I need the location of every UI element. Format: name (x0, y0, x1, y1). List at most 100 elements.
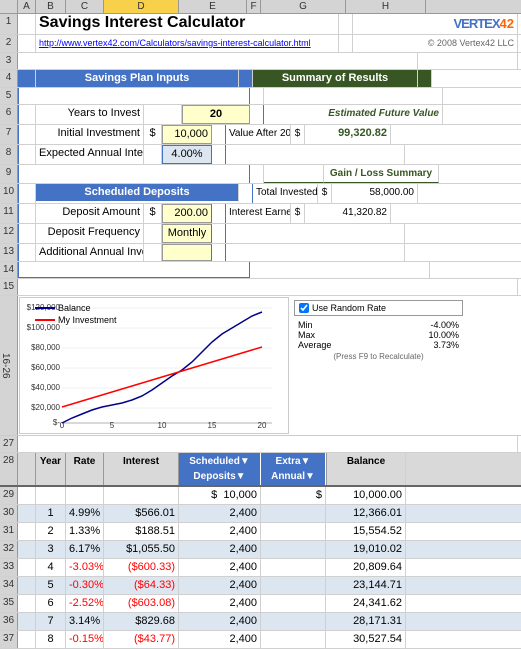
svg-text:15: 15 (208, 421, 217, 428)
rownum-15: 15 (0, 279, 18, 295)
table-header-row: 28 Year Rate Interest Scheduled▼Deposits… (0, 453, 521, 487)
cell-36a (18, 613, 36, 630)
cell-31-sched: 2,400 (179, 523, 261, 540)
cell-row27 (18, 436, 518, 452)
rownum-4: 4 (0, 70, 18, 87)
cell-f8 (212, 145, 226, 164)
value-after-label: Value After 20 Years (226, 125, 291, 144)
row-12: 12 Deposit Frequency Monthly (0, 224, 521, 244)
extra-value[interactable] (162, 244, 212, 261)
rownum-7: 7 (0, 125, 18, 144)
col-b-header: B (36, 0, 66, 13)
use-random-rate[interactable]: Use Random Rate (294, 300, 463, 316)
rownum-28: 28 (0, 453, 18, 485)
cell-34-rate: -0.30% (66, 577, 104, 594)
interest-earned-label: Interest Earned (226, 204, 291, 223)
cell-d13 (144, 244, 162, 261)
inputs-header: Savings Plan Inputs (36, 70, 239, 87)
cell-34-sched: 2,400 (179, 577, 261, 594)
cell-37-year: 8 (36, 631, 66, 648)
gain-header: Gain / Loss Summary (324, 165, 439, 183)
initial-value[interactable]: 10,000 (162, 125, 212, 144)
cell-31-rate: 1.33% (66, 523, 104, 540)
cell-29g: 10,000.00 (326, 487, 406, 504)
max-label: Max (298, 330, 315, 340)
rownum-31: 31 (0, 523, 18, 540)
table-row-30: 30 1 4.99% $566.01 2,400 12,366.01 (0, 505, 521, 523)
row-9: 9 Gain / Loss Summary (0, 165, 521, 184)
est-future-label: Estimated Future Value (264, 105, 443, 124)
cell-37-rate: -0.15% (66, 631, 104, 648)
max-row: Max 10.00% (298, 330, 459, 340)
balance-header: Balance (326, 453, 406, 485)
total-invested-label: Total Invested (253, 184, 318, 203)
rate-label: Expected Annual Interest Rate (36, 145, 144, 164)
cell-30-sched: 2,400 (179, 505, 261, 522)
rownum-37: 37 (0, 631, 18, 648)
rate-header: Rate (66, 453, 104, 485)
cell-31-year: 2 (36, 523, 66, 540)
rate-stats: Min -4.00% Max 10.00% Average 3.73% (Pre… (294, 318, 463, 363)
app-url[interactable]: http://www.vertex42.com/Calculators/savi… (36, 35, 339, 52)
rownum-8: 8 (0, 145, 18, 164)
cell-31-interest: $188.51 (104, 523, 179, 540)
cell-d12 (144, 224, 162, 243)
freq-value[interactable]: Monthly (162, 224, 212, 243)
cell-f7 (212, 125, 226, 144)
cell-30-interest: $566.01 (104, 505, 179, 522)
cell-f11 (212, 204, 226, 223)
row-2: 2 http://www.vertex42.com/Calculators/sa… (0, 35, 521, 53)
rownum-33: 33 (0, 559, 18, 576)
table-row-31: 31 2 1.33% $188.51 2,400 15,554.52 (0, 523, 521, 541)
cell-35-year: 6 (36, 595, 66, 612)
cell-30-year: 1 (36, 505, 66, 522)
cell-29f: $ (261, 487, 326, 504)
years-value[interactable]: 20 (182, 105, 250, 124)
column-headers: A B C D E F G H (0, 0, 521, 14)
rate-value: 4.00% (162, 145, 212, 164)
rownum-13: 13 (0, 244, 18, 261)
chart-container: Balance My Investment $120,000 $100,000 … (19, 297, 289, 434)
cell-f4 (239, 70, 253, 87)
cell-34-extra (261, 577, 326, 594)
svg-text:$40,000: $40,000 (31, 383, 60, 392)
row-15: 15 (0, 279, 521, 296)
cell-row9 (18, 165, 250, 183)
min-row: Min -4.00% (298, 320, 459, 330)
svg-text:$80,000: $80,000 (31, 343, 60, 352)
cell-row5c (264, 88, 443, 104)
svg-text:10: 10 (158, 421, 167, 428)
summary-header: Summary of Results (253, 70, 418, 87)
legend-investment: My Investment (35, 315, 117, 325)
press-f9: (Press F9 to Recalculate) (298, 352, 459, 361)
cell-33-rate: -3.03% (66, 559, 104, 576)
cell-row15 (18, 279, 518, 295)
rownum-3: 3 (0, 53, 18, 69)
cell-row14b (250, 262, 430, 278)
cell-33-year: 4 (36, 559, 66, 576)
row-14: 14 (0, 262, 521, 279)
gain-label (264, 165, 324, 183)
cell-33-sched: 2,400 (179, 559, 261, 576)
random-rate-checkbox[interactable] (299, 303, 309, 313)
cell-a12 (18, 224, 36, 243)
table-row-35: 35 6 -2.52% ($603.08) 2,400 24,341.62 (0, 595, 521, 613)
cell-36-balance: 28,171.31 (326, 613, 406, 630)
rownum-32: 32 (0, 541, 18, 558)
cell-37a (18, 631, 36, 648)
avg-row: Average 3.73% (298, 340, 459, 350)
deposit-value[interactable]: 200.00 (162, 204, 212, 223)
legend-balance: Balance (35, 303, 117, 313)
cell-36-sched: 2,400 (179, 613, 261, 630)
cell-32-balance: 19,010.02 (326, 541, 406, 558)
svg-text:20: 20 (258, 421, 267, 428)
row-7: 7 Initial Investment $ 10,000 Value Afte… (0, 125, 521, 145)
row-8: 8 Expected Annual Interest Rate 4.00% (0, 145, 521, 165)
cell-row3b (418, 53, 518, 69)
initial-symbol: $ (144, 125, 162, 144)
interest-symbol: $ (291, 204, 305, 223)
app-title: Savings Interest Calculator (36, 14, 339, 34)
cell-a4 (18, 70, 36, 87)
cell-30-rate: 4.99% (66, 505, 104, 522)
cell-row3 (18, 53, 418, 69)
